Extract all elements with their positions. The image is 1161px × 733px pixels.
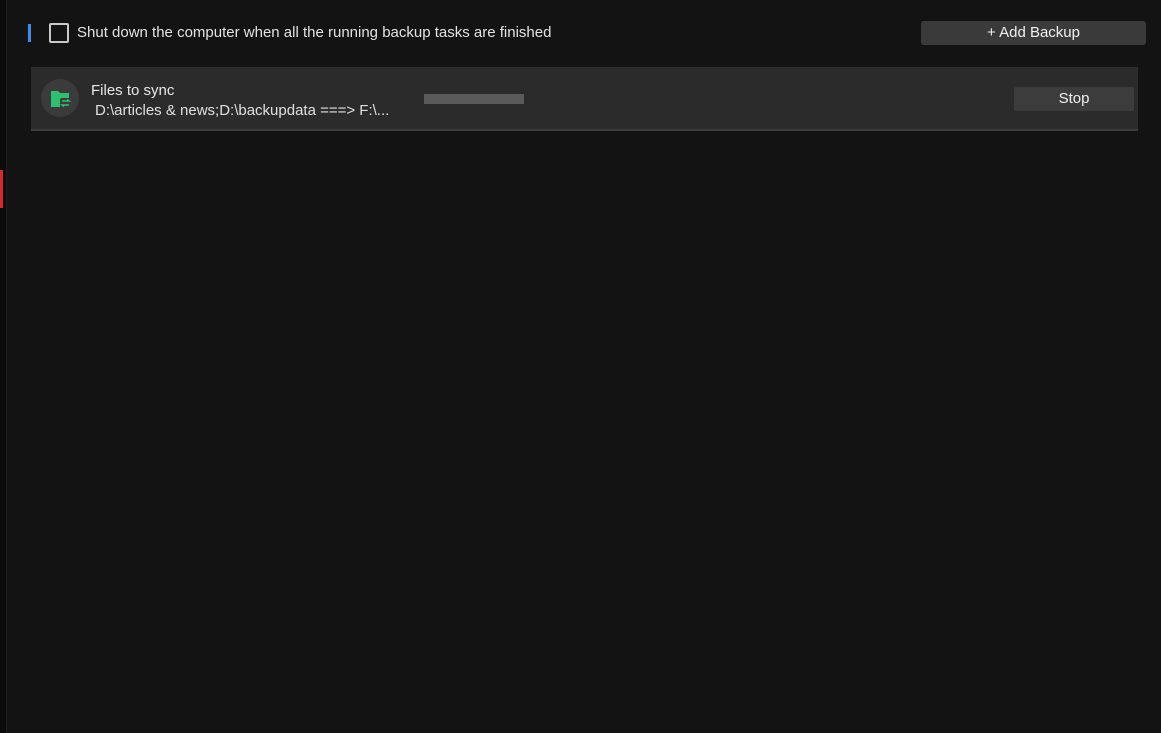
left-border <box>0 0 7 733</box>
stop-button[interactable]: Stop <box>1014 87 1134 111</box>
add-backup-button[interactable]: + Add Backup <box>921 21 1146 45</box>
backup-app-window: Shut down the computer when all the runn… <box>0 0 1161 733</box>
shutdown-checkbox-label[interactable]: Shut down the computer when all the runn… <box>77 24 551 41</box>
left-accent-marker <box>0 170 3 208</box>
options-row: Shut down the computer when all the runn… <box>28 20 1146 46</box>
section-marker <box>28 24 31 42</box>
task-path: D:\articles & news;D:\backupdata ===> F:… <box>95 102 390 119</box>
backup-task-card[interactable]: Files to sync D:\articles & news;D:\back… <box>31 67 1138 131</box>
task-progress-bar <box>424 94 524 104</box>
shutdown-checkbox[interactable] <box>49 23 69 43</box>
task-title: Files to sync <box>91 82 175 99</box>
folder-sync-icon <box>41 79 79 117</box>
